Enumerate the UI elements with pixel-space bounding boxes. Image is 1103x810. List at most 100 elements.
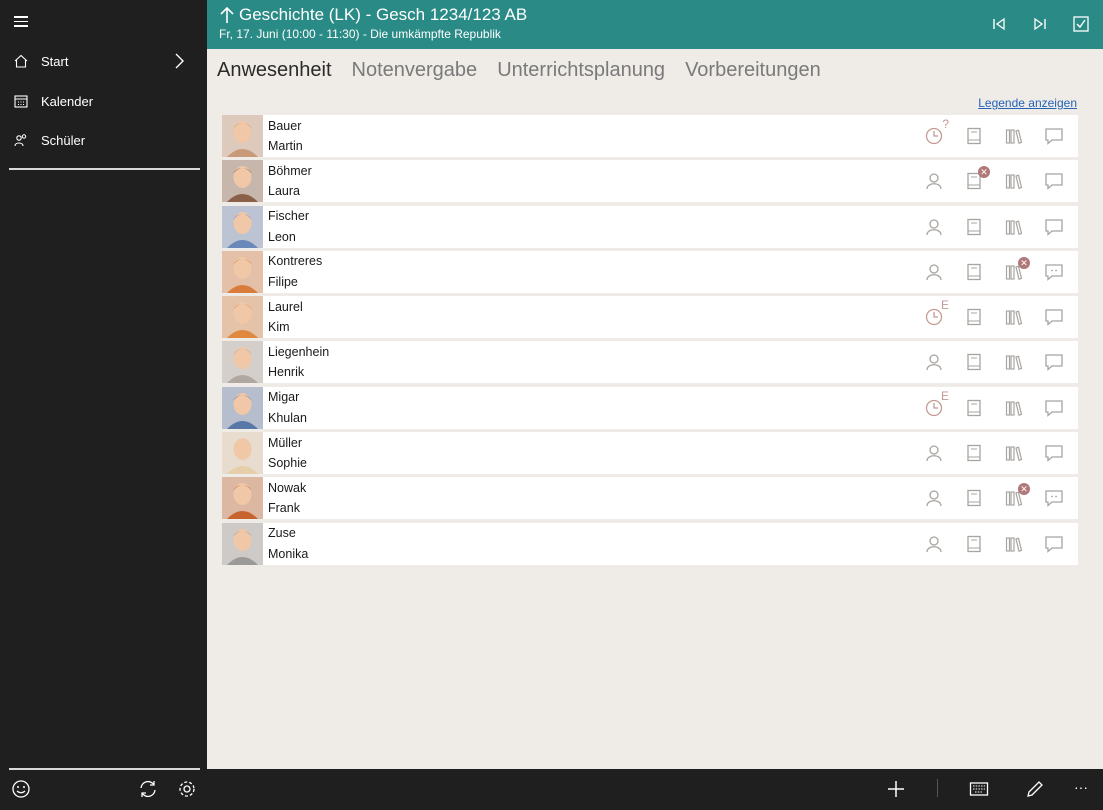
sidebar-item-label: Start xyxy=(41,53,69,69)
sidebar-item-kalender[interactable]: Kalender xyxy=(0,83,207,119)
materials-library-icon[interactable] xyxy=(1004,217,1024,237)
student-name: Liegenhein Henrik xyxy=(268,342,329,383)
homework-book-icon[interactable] xyxy=(964,262,984,282)
student-row[interactable]: Bauer Martin ? xyxy=(222,115,1078,157)
present-person-icon[interactable] xyxy=(924,488,944,508)
materials-library-icon[interactable]: ✕ xyxy=(1004,256,1030,282)
present-person-icon[interactable] xyxy=(924,443,944,463)
materials-library-icon[interactable] xyxy=(1004,126,1024,146)
materials-library-icon[interactable] xyxy=(1004,171,1024,191)
student-row[interactable]: Migar Khulan E xyxy=(222,386,1078,429)
materials-library-icon[interactable] xyxy=(1004,443,1024,463)
command-bar: ··· xyxy=(207,769,1103,810)
hamburger-menu-icon[interactable] xyxy=(14,13,32,31)
present-person-icon[interactable] xyxy=(924,534,944,554)
student-name: Migar Khulan xyxy=(268,387,307,428)
homework-book-icon[interactable] xyxy=(964,126,984,146)
sidebar-item-label: Kalender xyxy=(41,93,94,109)
avatar xyxy=(222,432,263,475)
chevron-right-icon[interactable] xyxy=(175,53,185,69)
keyboard-icon[interactable] xyxy=(969,779,989,799)
legend-link[interactable]: Legende anzeigen xyxy=(978,96,1077,110)
sidebar-item-schueler[interactable]: Schüler xyxy=(0,122,207,158)
homework-book-icon[interactable] xyxy=(964,488,984,508)
tab-anwesenheit[interactable]: Anwesenheit xyxy=(217,59,332,82)
present-person-icon[interactable] xyxy=(924,217,944,237)
student-row[interactable]: Nowak Frank ✕ xyxy=(222,477,1078,520)
comment-icon[interactable] xyxy=(1044,217,1064,237)
homework-book-icon[interactable] xyxy=(964,352,984,372)
comment-icon[interactable] xyxy=(1044,352,1064,372)
present-person-icon[interactable] xyxy=(924,171,944,191)
late-clock-icon[interactable]: E xyxy=(924,389,949,418)
tab-unterrichtsplanung[interactable]: Unterrichtsplanung xyxy=(497,59,665,82)
first-lesson-icon[interactable] xyxy=(990,15,1008,33)
avatar xyxy=(222,522,263,565)
checkbox-icon[interactable] xyxy=(1072,15,1090,33)
student-first-name: Khulan xyxy=(268,410,307,425)
present-person-icon[interactable] xyxy=(924,352,944,372)
materials-library-icon[interactable] xyxy=(1004,307,1024,327)
more-icon[interactable]: ··· xyxy=(1074,779,1094,799)
homework-book-icon[interactable] xyxy=(964,398,984,418)
avatar xyxy=(222,386,263,429)
tab-bar: Anwesenheit Notenvergabe Unterrichtsplan… xyxy=(217,59,821,82)
materials-library-icon[interactable]: ✕ xyxy=(1004,483,1030,508)
presence-mark: ? xyxy=(942,117,949,131)
materials-library-icon[interactable] xyxy=(1004,534,1024,554)
presence-mark: E xyxy=(940,388,949,403)
student-row[interactable]: Müller Sophie xyxy=(222,432,1078,475)
student-row[interactable]: Kontreres Filipe ✕ xyxy=(222,250,1078,293)
student-first-name: Leon xyxy=(268,229,296,244)
materials-library-icon[interactable] xyxy=(1004,398,1024,418)
student-first-name: Sophie xyxy=(268,456,307,471)
student-last-name: Zuse xyxy=(268,526,296,541)
sidebar-item-start[interactable]: Start xyxy=(0,43,207,79)
homework-book-icon[interactable] xyxy=(964,534,984,554)
lesson-subtitle: Fr, 17. Juni (10:00 - 11:30) - Die umkäm… xyxy=(219,27,501,41)
comment-icon[interactable] xyxy=(1044,488,1064,508)
comment-icon[interactable] xyxy=(1044,171,1064,191)
sync-icon[interactable] xyxy=(138,779,158,799)
comment-icon[interactable] xyxy=(1044,262,1064,282)
student-name: Müller Sophie xyxy=(268,433,307,474)
homework-book-icon[interactable] xyxy=(964,307,984,327)
gear-icon[interactable] xyxy=(177,779,197,799)
student-row[interactable]: Liegenhein Henrik xyxy=(222,341,1078,384)
arrow-up-icon[interactable] xyxy=(219,6,235,24)
student-row[interactable]: Zuse Monika xyxy=(222,522,1078,565)
student-row[interactable]: Fischer Leon xyxy=(222,205,1078,248)
homework-book-icon[interactable]: ✕ xyxy=(964,166,990,191)
edit-icon[interactable] xyxy=(1025,779,1045,799)
homework-book-icon[interactable] xyxy=(964,217,984,237)
student-first-name: Martin xyxy=(268,139,303,153)
next-lesson-icon[interactable] xyxy=(1031,15,1049,33)
tab-notenvergabe[interactable]: Notenvergabe xyxy=(352,59,478,82)
comment-icon[interactable] xyxy=(1044,307,1064,327)
avatar xyxy=(222,205,263,248)
student-row[interactable]: Laurel Kim E xyxy=(222,296,1078,339)
homework-book-icon[interactable] xyxy=(964,443,984,463)
add-icon[interactable] xyxy=(886,779,906,799)
late-clock-icon[interactable]: ? xyxy=(924,117,949,146)
student-row[interactable]: Böhmer Laura ✕ xyxy=(222,160,1078,203)
student-first-name: Henrik xyxy=(268,365,305,380)
student-name: Kontreres Filipe xyxy=(268,251,322,292)
student-first-name: Filipe xyxy=(268,274,298,289)
comment-icon[interactable] xyxy=(1044,443,1064,463)
present-person-icon[interactable] xyxy=(924,262,944,282)
comment-icon[interactable] xyxy=(1044,126,1064,146)
tab-vorbereitungen[interactable]: Vorbereitungen xyxy=(685,59,821,82)
page-title: Geschichte (LK) - Gesch 1234/123 AB xyxy=(239,5,528,24)
comment-icon[interactable] xyxy=(1044,398,1064,418)
smiley-icon[interactable] xyxy=(11,779,31,799)
late-clock-icon[interactable]: E xyxy=(924,298,949,327)
app-header: Geschichte (LK) - Gesch 1234/123 AB Fr, … xyxy=(207,0,1103,49)
materials-library-icon[interactable] xyxy=(1004,352,1024,372)
missing-badge-icon: ✕ xyxy=(1018,256,1030,269)
student-last-name: Laurel xyxy=(268,299,303,314)
student-last-name: Liegenhein xyxy=(268,344,330,359)
student-name: Bauer Martin xyxy=(268,116,303,157)
student-first-name: Laura xyxy=(268,184,300,199)
comment-icon[interactable] xyxy=(1044,534,1064,554)
